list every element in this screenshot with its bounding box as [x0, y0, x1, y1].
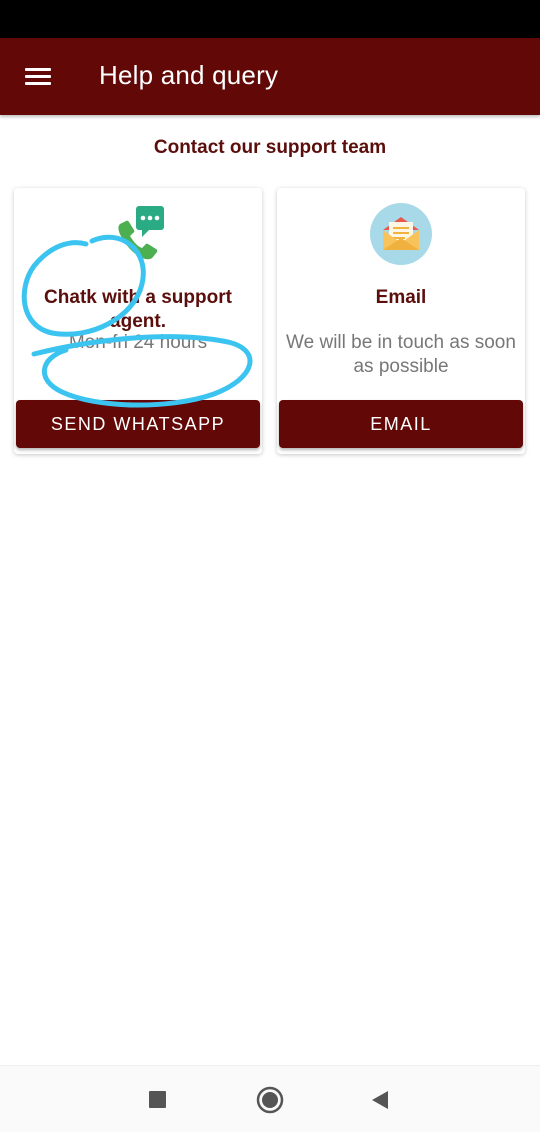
card-title: Email	[375, 287, 427, 308]
whatsapp-chat-icon	[106, 202, 170, 266]
send-whatsapp-button[interactable]: SEND WHATSAPP	[16, 400, 260, 448]
hamburger-menu-icon[interactable]	[18, 58, 58, 94]
status-bar	[0, 0, 540, 38]
email-button[interactable]: EMAIL	[279, 400, 523, 448]
annotation-scribble	[21, 234, 253, 408]
whatsapp-card: Chatk with a support agent. Mon-fri 24 h…	[14, 188, 262, 454]
navigation-bar	[0, 1065, 540, 1132]
page-title: Help and query	[99, 60, 279, 90]
card-description: Mon-fri 24 hours	[68, 332, 208, 353]
section-title: Contact our support team	[153, 137, 387, 158]
home-icon[interactable]	[252, 1082, 288, 1118]
app-bar: Help and query	[0, 38, 540, 115]
recents-icon[interactable]	[140, 1082, 176, 1118]
email-envelope-icon	[369, 202, 433, 266]
card-title: Chatk with a support agent.	[44, 287, 232, 332]
email-card: Email We will be in touch as soon as pos…	[277, 188, 525, 454]
back-icon[interactable]	[362, 1082, 398, 1118]
card-description: We will be in touch as soon as possible	[286, 332, 516, 377]
